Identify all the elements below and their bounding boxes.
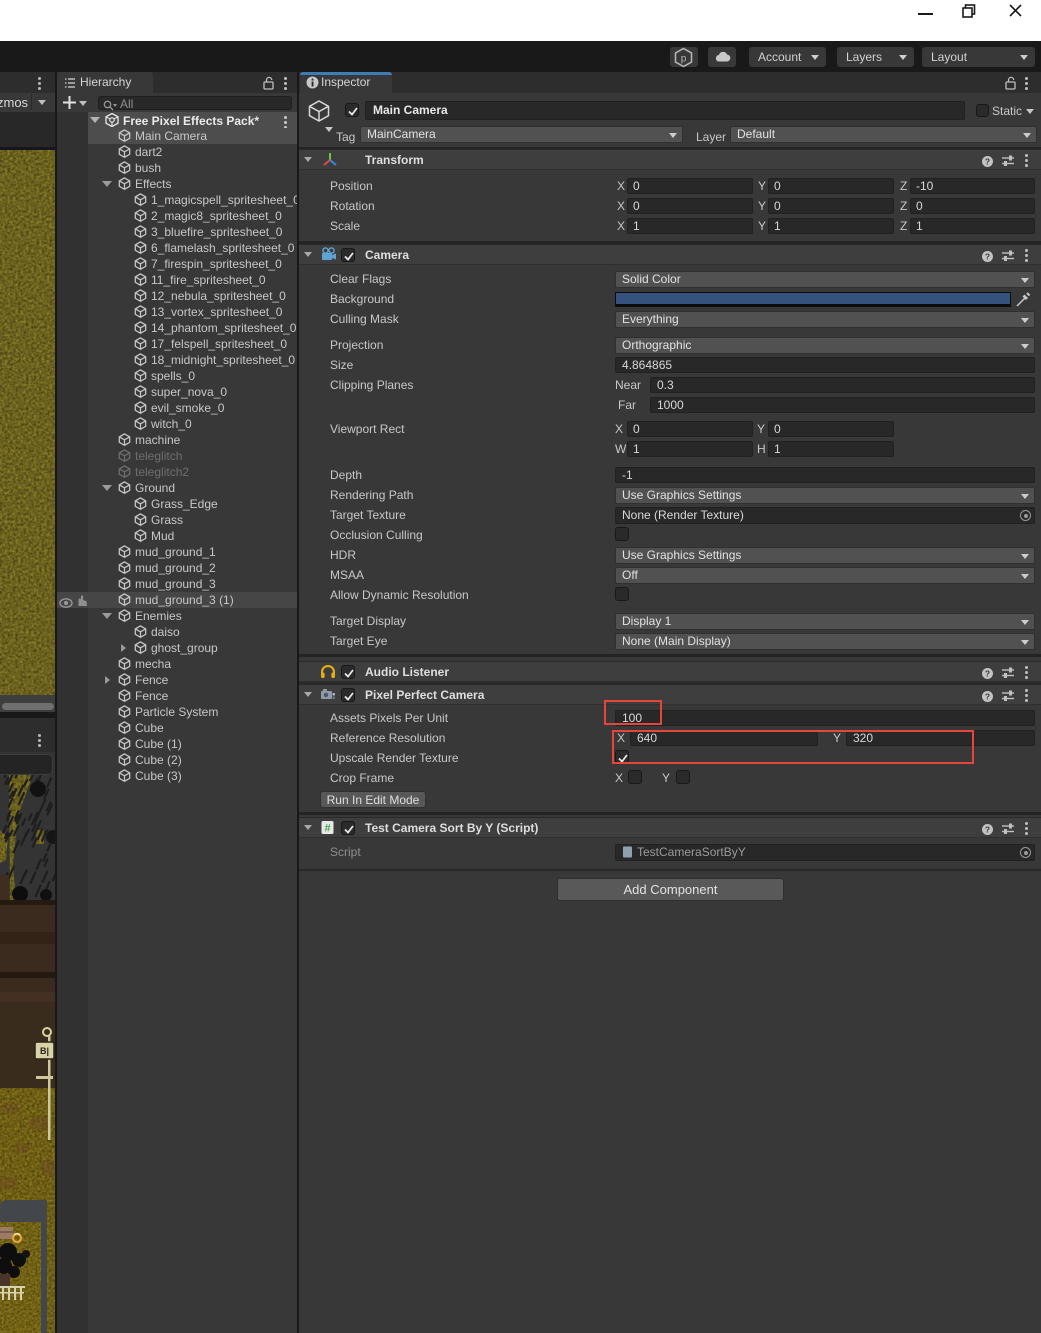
svg-text:B|: B| [40, 1046, 49, 1056]
svg-text:?: ? [985, 669, 990, 679]
svg-text:#: # [324, 823, 330, 835]
svg-text:p: p [681, 54, 687, 65]
svg-text:?: ? [985, 825, 990, 835]
svg-text:?: ? [985, 692, 990, 702]
svg-text:?: ? [985, 157, 990, 167]
svg-text:?: ? [985, 252, 990, 262]
